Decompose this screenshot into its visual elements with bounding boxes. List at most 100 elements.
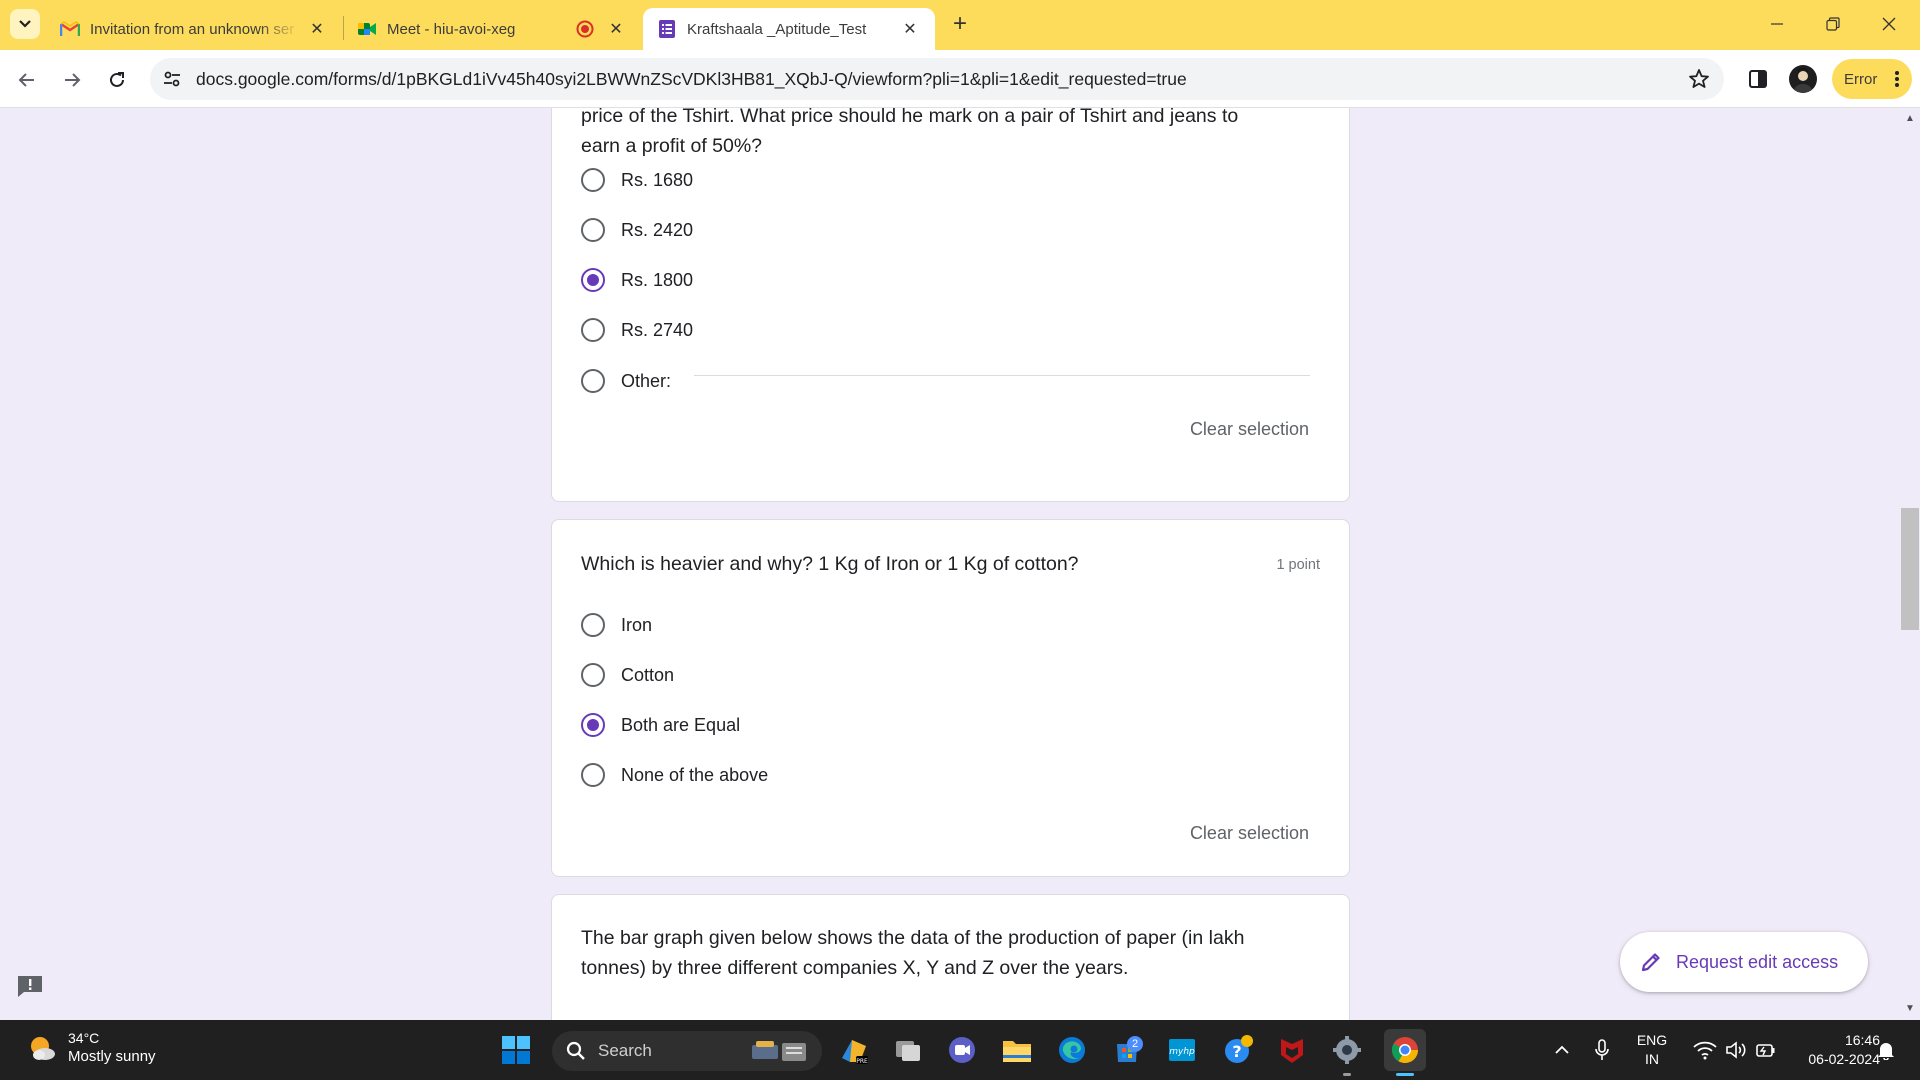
teams-chat-icon[interactable]	[944, 1032, 980, 1068]
tab-title: Invitation from an unknown ser	[90, 20, 295, 38]
radio-button[interactable]	[581, 318, 605, 342]
close-icon[interactable]: ✕	[605, 18, 627, 40]
option-rs-2420[interactable]: Rs. 2420	[581, 215, 693, 245]
question-title: Which is heavier and why? 1 Kg of Iron o…	[581, 553, 1079, 575]
question-card-3: The bar graph given below shows the data…	[551, 894, 1350, 1020]
clock-date: 06-02-2024	[1808, 1051, 1880, 1067]
tab-title: Meet - hiu-avoi-xeg	[387, 20, 516, 38]
recording-icon	[575, 19, 595, 39]
windows-taskbar: 34°C Mostly sunny Search PRE 2 myhp ? EN…	[0, 1020, 1920, 1080]
tab-search-button[interactable]	[10, 9, 40, 39]
close-icon[interactable]: ✕	[306, 18, 328, 40]
radio-button[interactable]	[581, 369, 605, 393]
language-indicator[interactable]: ENG IN	[1630, 1031, 1674, 1069]
restore-button[interactable]	[1810, 6, 1856, 42]
weather-temp: 34°C	[68, 1030, 100, 1046]
close-icon	[1882, 17, 1896, 31]
task-view-icon[interactable]	[890, 1032, 926, 1068]
tab-forms[interactable]: Kraftshaala _Aptitude_Test ✕	[643, 8, 935, 50]
close-window-button[interactable]	[1866, 6, 1912, 42]
language-line: IN	[1645, 1051, 1659, 1067]
scrollbar-thumb[interactable]	[1901, 508, 1919, 630]
settings-gear-icon[interactable]	[1329, 1032, 1365, 1076]
show-hidden-icons-button[interactable]	[1544, 1032, 1580, 1068]
mcafee-icon[interactable]	[1274, 1032, 1310, 1068]
back-button[interactable]	[10, 63, 44, 97]
question-card-1: price of the Tshirt. What price should h…	[551, 108, 1350, 502]
radio-button[interactable]	[581, 663, 605, 687]
language-line: ENG	[1636, 1032, 1668, 1048]
microphone-icon[interactable]	[1584, 1032, 1620, 1068]
question-card-2: Which is heavier and why? 1 Kg of Iron o…	[551, 519, 1350, 877]
option-label: Rs. 1680	[621, 169, 694, 190]
request-edit-label: Request edit access	[1676, 951, 1839, 972]
tab-gmail[interactable]: Invitation from an unknown ser ✕	[46, 8, 342, 50]
quick-settings-button[interactable]	[1680, 1032, 1790, 1068]
option-rs-1680[interactable]: Rs. 1680	[581, 165, 693, 195]
radio-button[interactable]	[581, 218, 605, 242]
question-text-line: The bar graph given below shows the data…	[581, 927, 1245, 949]
weather-sun-icon	[31, 1037, 55, 1060]
edge-browser-icon[interactable]	[1054, 1032, 1090, 1068]
arrow-right-icon	[65, 73, 81, 87]
myhp-app-icon[interactable]: myhp	[1164, 1032, 1200, 1068]
more-vert-icon	[1895, 71, 1899, 87]
clear-selection-button[interactable]: Clear selection	[1190, 823, 1309, 844]
close-icon[interactable]: ✕	[899, 18, 921, 40]
points-label: 1 point	[1276, 557, 1320, 573]
radio-button[interactable]	[581, 613, 605, 637]
get-help-icon[interactable]: ?	[1220, 1032, 1256, 1068]
restore-icon	[1826, 17, 1840, 31]
reload-icon	[110, 72, 124, 87]
profile-avatar[interactable]	[1789, 65, 1817, 93]
option-label: None of the above	[621, 764, 769, 785]
clock-time: 16:46	[1844, 1032, 1880, 1048]
bookmark-star-icon[interactable]	[1688, 68, 1710, 90]
question-text-line: price of the Tshirt. What price should h…	[581, 108, 1239, 127]
site-settings-icon[interactable]	[162, 69, 182, 89]
chrome-taskbar-icon[interactable]	[1384, 1029, 1426, 1076]
chevron-down-icon	[19, 20, 31, 28]
new-tab-button[interactable]: +	[946, 10, 974, 38]
file-explorer-icon[interactable]	[999, 1032, 1035, 1068]
other-text-input[interactable]	[694, 375, 1310, 376]
minimize-icon	[1771, 23, 1783, 25]
svg-text:PRE: PRE	[856, 1058, 868, 1065]
option-rs-1800[interactable]: Rs. 1800	[581, 265, 693, 295]
option-none[interactable]: None of the above	[581, 760, 768, 790]
option-rs-2740[interactable]: Rs. 2740	[581, 315, 693, 345]
notifications-bell-icon[interactable]	[1868, 1032, 1904, 1068]
request-edit-access-button[interactable]: Request edit access	[1620, 932, 1868, 992]
minimize-button[interactable]	[1754, 6, 1800, 42]
address-bar[interactable]: docs.google.com/forms/d/1pBKGLd1iVv45h40…	[150, 58, 1724, 100]
scroll-up-arrow[interactable]: ▲	[1904, 114, 1916, 124]
radio-button-checked[interactable]	[581, 268, 605, 292]
tab-meet[interactable]: Meet - hiu-avoi-xeg ✕	[343, 8, 641, 50]
profile-error-button[interactable]: Error	[1832, 59, 1912, 99]
weather-widget[interactable]: 34°C Mostly sunny	[26, 1029, 156, 1067]
clock[interactable]: 16:46 06-02-2024	[1784, 1031, 1880, 1069]
radio-button[interactable]	[581, 168, 605, 192]
option-iron[interactable]: Iron	[581, 610, 652, 640]
scroll-down-arrow[interactable]: ▼	[1904, 1004, 1916, 1014]
reload-button[interactable]	[100, 63, 134, 97]
side-panel-icon[interactable]	[1744, 65, 1772, 93]
clear-selection-button[interactable]: Clear selection	[1190, 419, 1309, 440]
feedback-icon[interactable]	[16, 974, 44, 998]
microsoft-store-icon[interactable]: 2	[1109, 1032, 1145, 1068]
forward-button[interactable]	[55, 63, 89, 97]
error-label: Error	[1844, 70, 1878, 88]
option-label: Rs. 1800	[621, 269, 694, 290]
volume-icon	[1726, 1041, 1746, 1059]
windows-logo-icon	[502, 1036, 530, 1064]
option-other[interactable]: Other:	[581, 366, 671, 396]
option-both-equal[interactable]: Both are Equal	[581, 710, 740, 740]
start-button[interactable]	[498, 1032, 534, 1068]
running-indicator	[1343, 1073, 1351, 1076]
copilot-app-icon[interactable]: PRE	[836, 1032, 872, 1068]
question-title: price of the Tshirt. What price should h…	[581, 108, 1301, 161]
radio-button-checked[interactable]	[581, 713, 605, 737]
option-cotton[interactable]: Cotton	[581, 660, 674, 690]
taskbar-search[interactable]: Search	[552, 1031, 822, 1071]
radio-button[interactable]	[581, 763, 605, 787]
